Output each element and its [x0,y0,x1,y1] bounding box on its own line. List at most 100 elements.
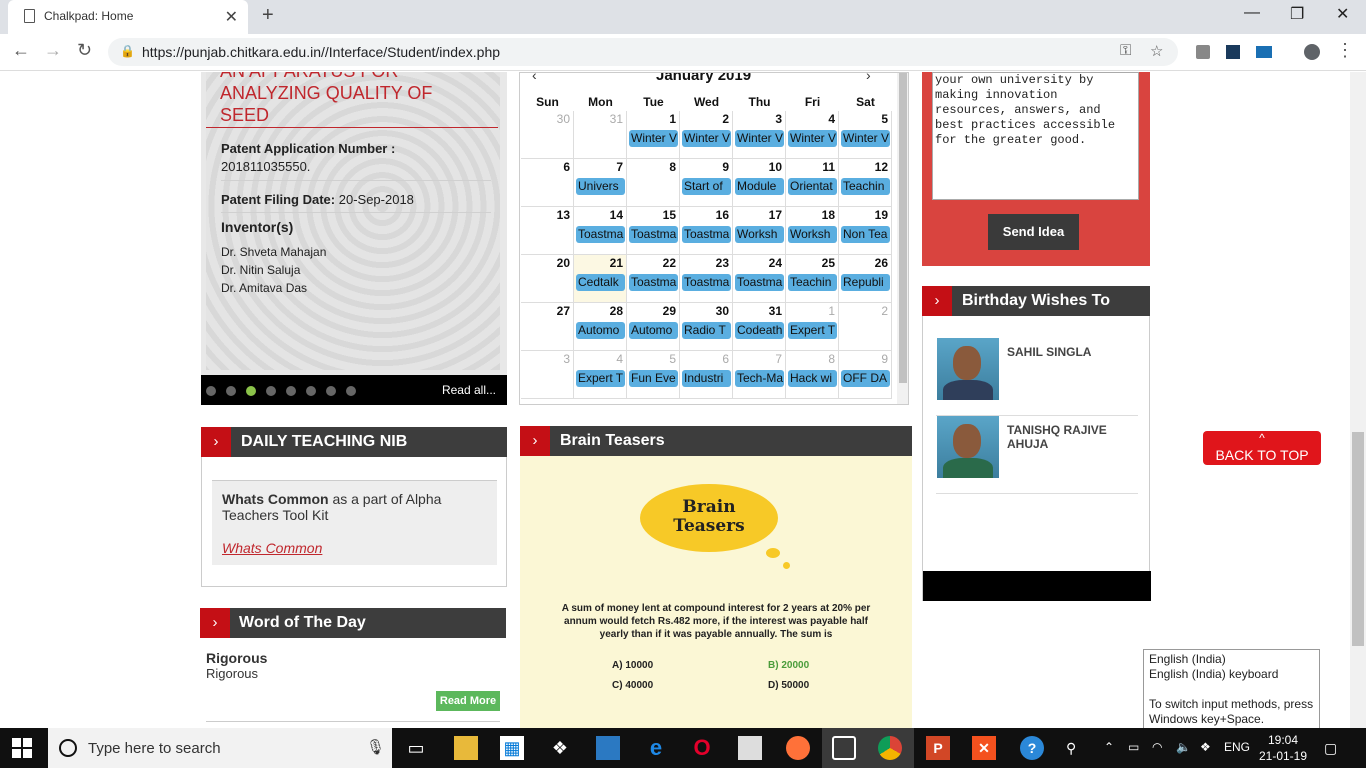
calendar-day[interactable]: 3 Winter V [733,111,786,159]
slide-dot[interactable] [226,386,236,396]
scrollbar-thumb[interactable] [899,73,907,383]
calendar-event[interactable]: Worksh [788,226,837,243]
calendar-day[interactable]: 26 Republi [839,255,892,303]
calendar-event[interactable]: Toastma [629,274,678,291]
calendar-day[interactable]: 4 Expert T [574,351,627,399]
calendar-event[interactable]: Industri [682,370,731,387]
calendar-day[interactable]: 17 Worksh [733,207,786,255]
maximize-icon[interactable]: ❐ [1290,4,1304,24]
birthday-person[interactable]: TANISHQ RAJIVE AHUJA [936,416,1138,494]
calendar-day[interactable]: 11 Orientat [786,159,839,207]
back-to-top-button[interactable]: ^ BACK TO TOP [1203,431,1321,465]
calendar-day[interactable]: 9 Start of [680,159,733,207]
slide-dot[interactable] [306,386,316,396]
calendar-day[interactable]: 23 Toastma [680,255,733,303]
calendar-event[interactable]: Hack wi [788,370,837,387]
dropbox-tray-icon[interactable]: ❖ [1200,740,1211,754]
calendar-day[interactable]: 28 Automo [574,303,627,351]
edge-icon[interactable]: e [644,736,668,760]
calendar-day[interactable]: 5 Winter V [839,111,892,159]
next-month-icon[interactable]: › [866,73,871,83]
minimize-icon[interactable]: — [1244,4,1260,22]
windows-start-icon[interactable] [12,738,32,758]
xampp-icon[interactable]: ✕ [972,736,996,760]
taskbar-search[interactable]: Type here to search 🎙 [48,728,392,768]
calendar-day[interactable]: 8 [627,159,680,207]
calendar-event[interactable]: Orientat [788,178,837,195]
help-icon[interactable]: ? [1020,736,1044,760]
read-all-link[interactable]: Read all... [442,383,496,397]
task-view-icon[interactable]: ▭ [404,736,428,760]
calendar-event[interactable]: Codeath [735,322,784,339]
back-icon[interactable]: ← [12,40,30,61]
calendar-day[interactable]: 7 Univers [574,159,627,207]
calendar-day[interactable]: 31 [574,111,627,159]
idea-textarea[interactable]: your own university by making innovation… [932,72,1139,200]
prev-month-icon[interactable]: ‹ [532,73,537,83]
calendar-day[interactable]: 14 Toastma [574,207,627,255]
calendar-event[interactable]: Winter V [735,130,784,147]
calendar-day[interactable]: 10 Module [733,159,786,207]
calendar-day[interactable]: 1 Winter V [627,111,680,159]
language-indicator[interactable]: ENG [1224,740,1250,754]
address-bar[interactable]: 🔒 https://punjab.chitkara.edu.in//Interf… [108,38,1178,66]
calendar-day[interactable]: 9 OFF DA [839,351,892,399]
firefox-icon[interactable] [786,736,810,760]
page-scrollbar-thumb[interactable] [1352,432,1364,646]
calendar-event[interactable]: OFF DA [841,370,890,387]
calendar-day[interactable]: 16 Toastma [680,207,733,255]
slide-dot-active[interactable] [246,386,256,396]
calendar-day[interactable]: 2 [839,303,892,351]
extension-icon[interactable] [1196,45,1210,59]
extension-icon-2[interactable] [1226,45,1240,59]
nib-link[interactable]: Whats Common [222,540,322,556]
reload-icon[interactable]: ↻ [77,40,92,61]
calendar-event[interactable]: Teachin [788,274,837,291]
calendar-day[interactable]: 22 Toastma [627,255,680,303]
store-icon[interactable]: ▦ [500,736,524,760]
slide-dot[interactable] [326,386,336,396]
cast-icon[interactable] [1256,46,1272,58]
app-icon[interactable] [832,736,856,760]
photos-icon[interactable] [596,736,620,760]
dropbox-icon[interactable]: ❖ [548,736,572,760]
calendar-day[interactable]: 4 Winter V [786,111,839,159]
calendar-day[interactable]: 12 Teachin [839,159,892,207]
calendar-day[interactable]: 27 [521,303,574,351]
calendar-event[interactable]: Tech-Ma [735,370,784,387]
calendar-day[interactable]: 20 [521,255,574,303]
calendar-event[interactable]: Toastma [682,274,731,291]
battery-icon[interactable]: ▭ [1128,740,1139,754]
close-window-icon[interactable]: ✕ [1336,4,1349,24]
opera-icon[interactable]: O [690,736,714,760]
calendar-day[interactable]: 25 Teachin [786,255,839,303]
calendar-day[interactable]: 7 Tech-Ma [733,351,786,399]
calendar-event[interactable]: Winter V [682,130,731,147]
calendar-event[interactable]: Toastma [576,226,625,243]
calendar-day[interactable]: 2 Winter V [680,111,733,159]
slide-dot[interactable] [286,386,296,396]
calendar-day[interactable]: 18 Worksh [786,207,839,255]
calendar-event[interactable]: Automo [576,322,625,339]
calendar-event[interactable]: Radio T [682,322,731,339]
calendar-event[interactable]: Univers [576,178,625,195]
calendar-day[interactable]: 21 Cedtalk [574,255,627,303]
calendar-day[interactable]: 13 [521,207,574,255]
close-tab-icon[interactable]: ✕ [225,7,238,27]
chevron-up-icon[interactable]: ⌃ [1104,740,1114,754]
menu-icon[interactable]: ⋮ [1336,40,1354,61]
file-explorer-icon[interactable] [454,736,478,760]
calendar-day[interactable]: 30 Radio T [680,303,733,351]
bookmark-star-icon[interactable]: ☆ [1150,42,1163,60]
calendar-event[interactable]: Worksh [735,226,784,243]
notification-icon[interactable]: ▢ [1324,740,1337,757]
calendar-event[interactable]: Toastma [682,226,731,243]
calendar-scrollbar[interactable] [897,73,908,404]
calendar-event[interactable]: Cedtalk [576,274,625,291]
url-text[interactable]: https://punjab.chitkara.edu.in//Interfac… [142,44,500,60]
profile-icon[interactable] [1304,44,1320,60]
calendar-day[interactable]: 29 Automo [627,303,680,351]
powerpoint-icon[interactable]: P [926,736,950,760]
calendar-event[interactable]: Toastma [629,226,678,243]
calendar-day[interactable]: 24 Toastma [733,255,786,303]
